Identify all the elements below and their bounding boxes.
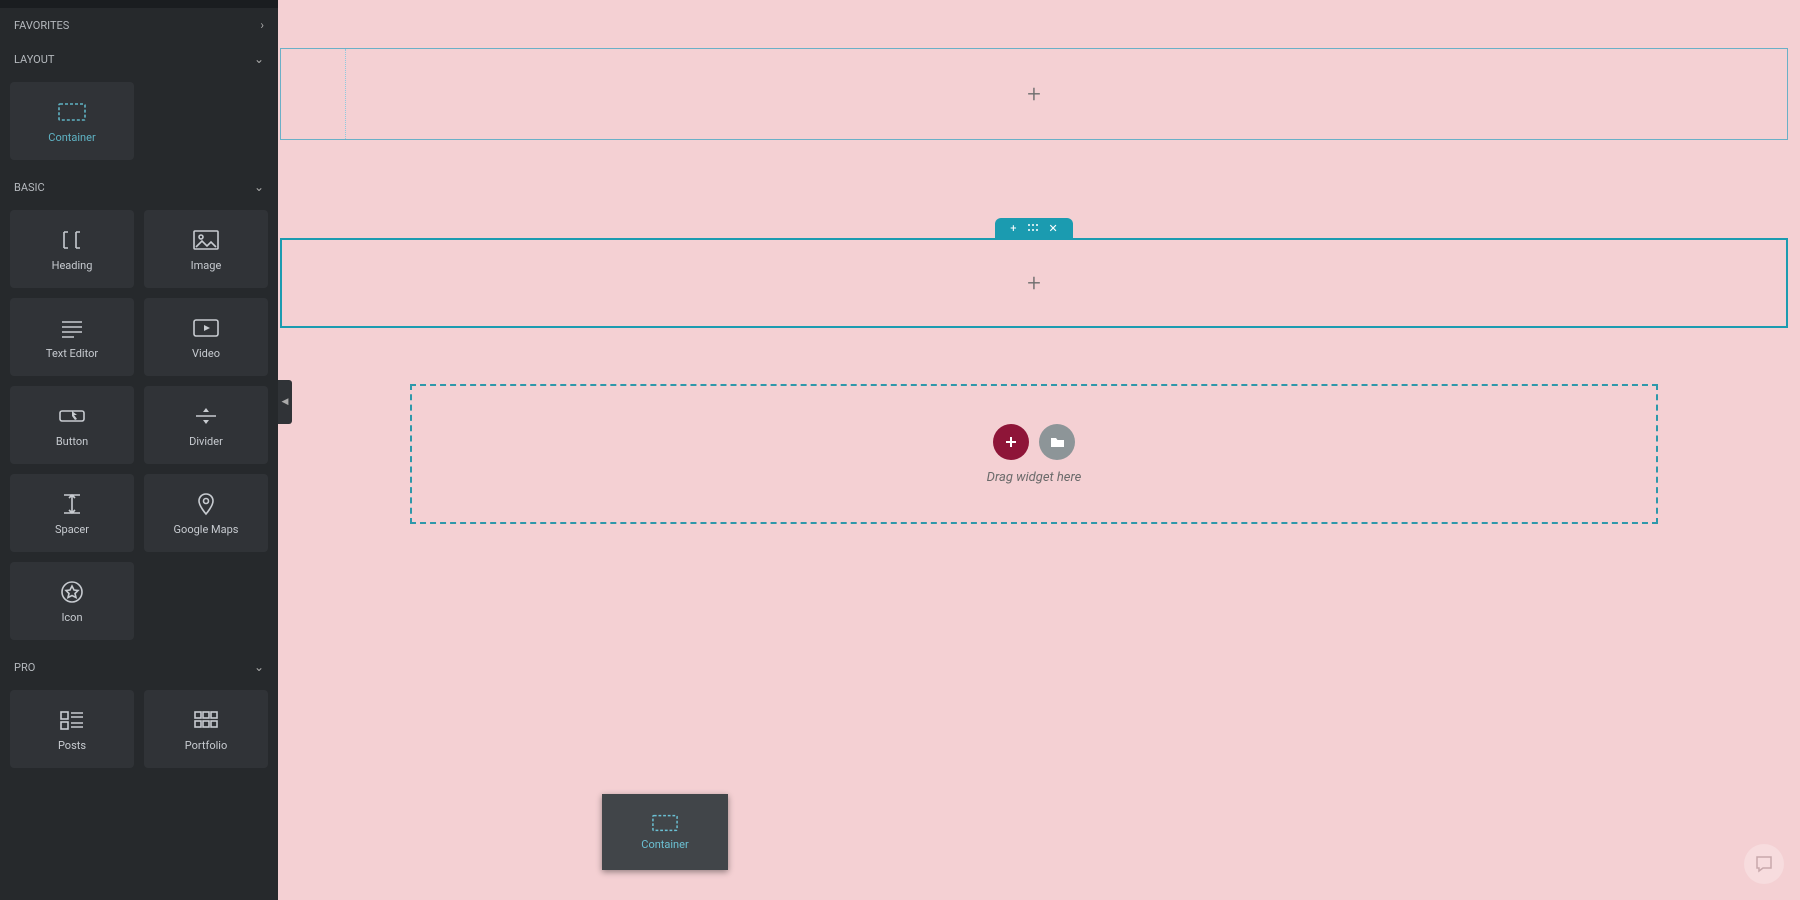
widget-icon[interactable]: Icon [10, 562, 134, 640]
section-label: LAYOUT [14, 53, 54, 66]
widget-button[interactable]: Button [10, 386, 134, 464]
widget-google-maps[interactable]: Google Maps [144, 474, 268, 552]
drag-ghost-container: Container + [602, 794, 728, 870]
widget-label: Text Editor [46, 347, 98, 360]
canvas-container-1[interactable]: + [280, 48, 1788, 140]
text-editor-icon [57, 315, 87, 341]
canvas-container-2-selected: + ✕ + [280, 218, 1788, 328]
divider-icon [191, 403, 221, 429]
heading-icon [57, 227, 87, 253]
chevron-down-icon: ⌄ [254, 660, 264, 674]
help-button[interactable] [1744, 844, 1784, 884]
widget-label: Portfolio [185, 739, 227, 752]
template-library-button[interactable] [1039, 424, 1075, 460]
section-layout[interactable]: LAYOUT ⌄ [0, 42, 278, 76]
section-favorites[interactable]: FAVORITES › [0, 8, 278, 42]
section-label: PRO [14, 661, 35, 674]
close-icon[interactable]: ✕ [1049, 222, 1058, 235]
canvas-container-2[interactable]: + [280, 238, 1788, 328]
spacer-icon [57, 491, 87, 517]
drag-handle-icon[interactable] [1027, 223, 1039, 233]
section-label: FAVORITES [14, 19, 69, 32]
star-icon [57, 579, 87, 605]
add-section-icon[interactable]: + [1010, 222, 1016, 235]
widget-video[interactable]: Video [144, 298, 268, 376]
button-icon [57, 403, 87, 429]
panel-header-strip [0, 0, 278, 8]
widget-label: Google Maps [174, 523, 239, 536]
widget-image[interactable]: Image [144, 210, 268, 288]
widget-label: Video [192, 347, 220, 360]
basic-widgets-grid: Heading Image Text Editor Video Button [0, 204, 278, 650]
widget-posts[interactable]: Posts [10, 690, 134, 768]
posts-icon [57, 707, 87, 733]
chevron-down-icon: ⌄ [254, 180, 264, 194]
add-section-button[interactable] [993, 424, 1029, 460]
widget-label: Image [191, 259, 222, 272]
map-pin-icon [191, 491, 221, 517]
pro-widgets-grid: Posts Portfolio [0, 684, 278, 778]
image-icon [191, 227, 221, 253]
widget-container[interactable]: Container [10, 82, 134, 160]
section-label: BASIC [14, 181, 45, 194]
chevron-down-icon: ⌄ [254, 52, 264, 66]
container-icon [652, 814, 678, 832]
container-handle[interactable]: + ✕ [995, 218, 1073, 238]
drag-ghost-label: Container [641, 838, 688, 851]
widget-portfolio[interactable]: Portfolio [144, 690, 268, 768]
collapse-panel-button[interactable]: ◀ [278, 380, 292, 424]
widget-label: Heading [52, 259, 93, 272]
widget-label: Posts [58, 739, 86, 752]
section-pro[interactable]: PRO ⌄ [0, 650, 278, 684]
editor-canvas[interactable]: ◀ + + ✕ + Drag widget here Contai [278, 0, 1800, 900]
plus-icon[interactable]: + [1027, 269, 1041, 297]
layout-widgets-grid: Container [0, 76, 278, 170]
dropzone[interactable]: Drag widget here Container + [410, 384, 1658, 524]
container-icon [57, 99, 87, 125]
widget-text-editor[interactable]: Text Editor [10, 298, 134, 376]
widget-panel: FAVORITES › LAYOUT ⌄ Container BASIC ⌄ H… [0, 0, 278, 900]
plus-icon[interactable]: + [1027, 80, 1041, 108]
portfolio-icon [191, 707, 221, 733]
widget-label: Container [48, 131, 95, 144]
video-icon [191, 315, 221, 341]
widget-label: Button [56, 435, 88, 448]
dropzone-label: Drag widget here [987, 470, 1082, 485]
widget-label: Divider [189, 435, 223, 448]
widget-spacer[interactable]: Spacer [10, 474, 134, 552]
widget-label: Icon [61, 611, 82, 624]
widget-divider[interactable]: Divider [144, 386, 268, 464]
chevron-right-icon: › [260, 18, 264, 32]
dropzone-actions [993, 424, 1075, 460]
widget-label: Spacer [55, 523, 89, 536]
widget-heading[interactable]: Heading [10, 210, 134, 288]
section-basic[interactable]: BASIC ⌄ [0, 170, 278, 204]
